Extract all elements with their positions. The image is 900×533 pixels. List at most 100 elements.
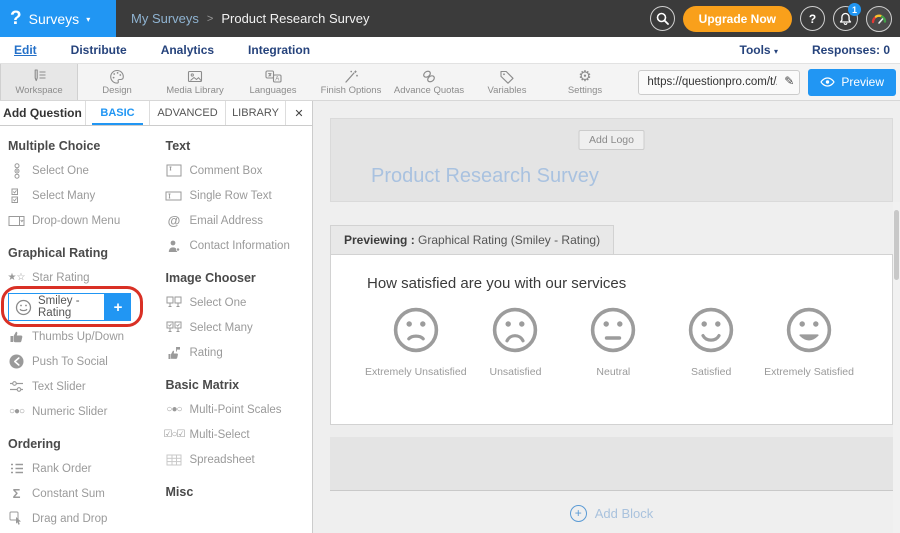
tab-analytics[interactable]: Analytics <box>161 43 214 57</box>
question-type-dropdown-menu[interactable]: Drop-down Menu <box>8 208 165 233</box>
question-type-single-row-text[interactable]: Single Row Text <box>165 183 312 208</box>
dropdown-icon <box>8 215 25 227</box>
question-type-contact-information[interactable]: Contact Information <box>165 233 312 258</box>
toolbar-right: ✎ Preview <box>638 64 900 100</box>
close-panel-button[interactable]: ✕ <box>286 101 312 125</box>
questionpro-logo-icon: ? <box>10 9 22 28</box>
edit-url-icon[interactable]: ✎ <box>784 74 794 88</box>
top-navigation-bar: ? Surveys ▾ My Surveys > Product Researc… <box>0 0 900 37</box>
star-rating-icon: ★☆ <box>8 272 25 283</box>
preview-button[interactable]: Preview <box>808 69 896 96</box>
question-type-select-one[interactable]: Select One <box>8 158 165 183</box>
help-icon: ? <box>809 12 816 26</box>
smiley-option-neutral[interactable]: Neutral <box>564 306 662 378</box>
question-type-select-many[interactable]: Select Many <box>8 183 165 208</box>
tab-edit[interactable]: Edit <box>14 43 37 57</box>
add-logo-button[interactable]: Add Logo <box>578 130 645 150</box>
responses-count[interactable]: Responses: 0 <box>812 43 890 57</box>
question-type-rank-order[interactable]: Rank Order <box>8 456 165 481</box>
add-smiley-question-button[interactable]: + <box>105 293 131 321</box>
editor-menu-bar: Edit Distribute Analytics Integration To… <box>0 37 900 64</box>
search-icon <box>656 12 669 25</box>
toolbar-languages-button[interactable]: A Languages <box>234 64 312 100</box>
surveys-product-menu[interactable]: ? Surveys ▾ <box>0 0 116 37</box>
smiley-option-extremely-unsatisfied[interactable]: Extremely Unsatisfied <box>365 306 467 378</box>
thumbs-icon <box>8 330 25 344</box>
multi-select-icon: ☑○☑ <box>165 429 182 440</box>
chain-links-icon <box>421 69 437 84</box>
question-type-numeric-slider[interactable]: ○●○ Numeric Slider <box>8 399 165 424</box>
toolbar-settings-button[interactable]: ⚙ Settings <box>546 64 624 100</box>
tab-distribute[interactable]: Distribute <box>71 43 127 57</box>
breadcrumb-my-surveys[interactable]: My Surveys <box>131 11 199 26</box>
help-button[interactable]: ? <box>800 6 825 31</box>
question-type-image-select-many[interactable]: Select Many <box>165 315 312 340</box>
question-type-comment-box[interactable]: Comment Box <box>165 158 312 183</box>
search-button[interactable] <box>650 6 675 31</box>
toolbar-finish-options-button[interactable]: Finish Options <box>312 64 390 100</box>
section-ordering: Ordering <box>8 437 165 451</box>
smiley-rating-item[interactable]: Smiley - Rating <box>8 293 105 321</box>
notifications-button[interactable]: 1 <box>833 6 858 31</box>
survey-header-block: Add Logo Product Research Survey <box>330 118 893 202</box>
question-type-thumbs-up-down[interactable]: Thumbs Up/Down <box>8 324 165 349</box>
translate-icon: A <box>265 69 282 84</box>
toolbar-workspace-button[interactable]: Workspace <box>0 64 78 100</box>
smiley-scale: Extremely Unsatisfied Unsatisfied Neutra… <box>331 292 892 378</box>
eye-icon <box>820 77 835 87</box>
scrollbar-thumb[interactable] <box>894 210 899 280</box>
workspace-icon <box>31 69 47 84</box>
survey-title[interactable]: Product Research Survey <box>371 165 599 188</box>
question-type-multi-point-scales[interactable]: ○●○ Multi-Point Scales <box>165 397 312 422</box>
drag-drop-icon <box>8 511 25 526</box>
smiley-option-unsatisfied[interactable]: Unsatisfied <box>467 306 565 378</box>
section-image-chooser: Image Chooser <box>165 271 312 285</box>
question-type-image-select-one[interactable]: Select One <box>165 290 312 315</box>
smiley-option-satisfied[interactable]: Satisfied <box>662 306 760 378</box>
smiley-satisfied-icon <box>687 306 735 354</box>
tab-library[interactable]: LIBRARY <box>226 101 286 125</box>
smiley-option-extremely-satisfied[interactable]: Extremely Satisfied <box>760 306 858 378</box>
image-select-many-icon <box>165 321 182 334</box>
toolbar-media-library-button[interactable]: Media Library <box>156 64 234 100</box>
survey-url-input[interactable] <box>638 70 800 95</box>
add-block-button[interactable]: + Add Block <box>330 491 893 533</box>
comment-box-icon <box>165 164 182 177</box>
question-type-push-to-social[interactable]: Push To Social <box>8 349 165 374</box>
question-type-spreadsheet[interactable]: Spreadsheet <box>165 447 312 472</box>
toolbar-advance-quotas-button[interactable]: Advance Quotas <box>390 64 468 100</box>
question-type-text-slider[interactable]: Text Slider <box>8 374 165 399</box>
tools-dropdown[interactable]: Tools ▾ <box>740 43 778 57</box>
close-icon: ✕ <box>294 107 303 120</box>
tab-basic[interactable]: BASIC <box>86 101 150 125</box>
question-type-multi-select[interactable]: ☑○☑ Multi-Select <box>165 422 312 447</box>
menubar-right: Tools ▾ Responses: 0 <box>740 43 891 57</box>
question-type-star-rating[interactable]: ★☆ Star Rating <box>8 265 165 290</box>
question-preview-card[interactable]: How satisfied are you with our services … <box>330 254 893 425</box>
radio-stack-icon <box>8 163 25 179</box>
tab-advanced[interactable]: ADVANCED <box>150 101 226 125</box>
multi-point-icon: ○●○ <box>165 404 182 415</box>
question-type-image-rating[interactable]: Rating <box>165 340 312 365</box>
smiley-unsatisfied-icon <box>491 306 539 354</box>
section-basic-matrix: Basic Matrix <box>165 378 312 392</box>
question-type-constant-sum[interactable]: Σ Constant Sum <box>8 481 165 506</box>
canvas-scrollbar[interactable] <box>893 202 900 533</box>
toolbar-design-button[interactable]: Design <box>78 64 156 100</box>
slider-icon <box>8 380 25 393</box>
gear-icon: ⚙ <box>578 69 591 84</box>
survey-canvas: Add Logo Product Research Survey Preview… <box>313 101 900 533</box>
tab-integration[interactable]: Integration <box>248 43 310 57</box>
smiley-neutral-icon <box>589 306 637 354</box>
toolbar-variables-button[interactable]: Variables <box>468 64 546 100</box>
question-type-email-address[interactable]: @ Email Address <box>165 208 312 233</box>
breadcrumb: My Surveys > Product Research Survey <box>131 11 369 26</box>
question-type-drag-and-drop[interactable]: Drag and Drop <box>8 506 165 531</box>
upgrade-now-button[interactable]: Upgrade Now <box>683 6 792 32</box>
question-type-list: Multiple Choice Select One Select Many D… <box>0 126 312 531</box>
add-question-title: Add Question <box>0 101 86 125</box>
section-graphical-rating: Graphical Rating <box>8 246 165 260</box>
panel-column-1: Multiple Choice Select One Select Many D… <box>8 126 165 531</box>
svg-text:A: A <box>275 76 279 82</box>
user-avatar[interactable] <box>866 6 892 32</box>
